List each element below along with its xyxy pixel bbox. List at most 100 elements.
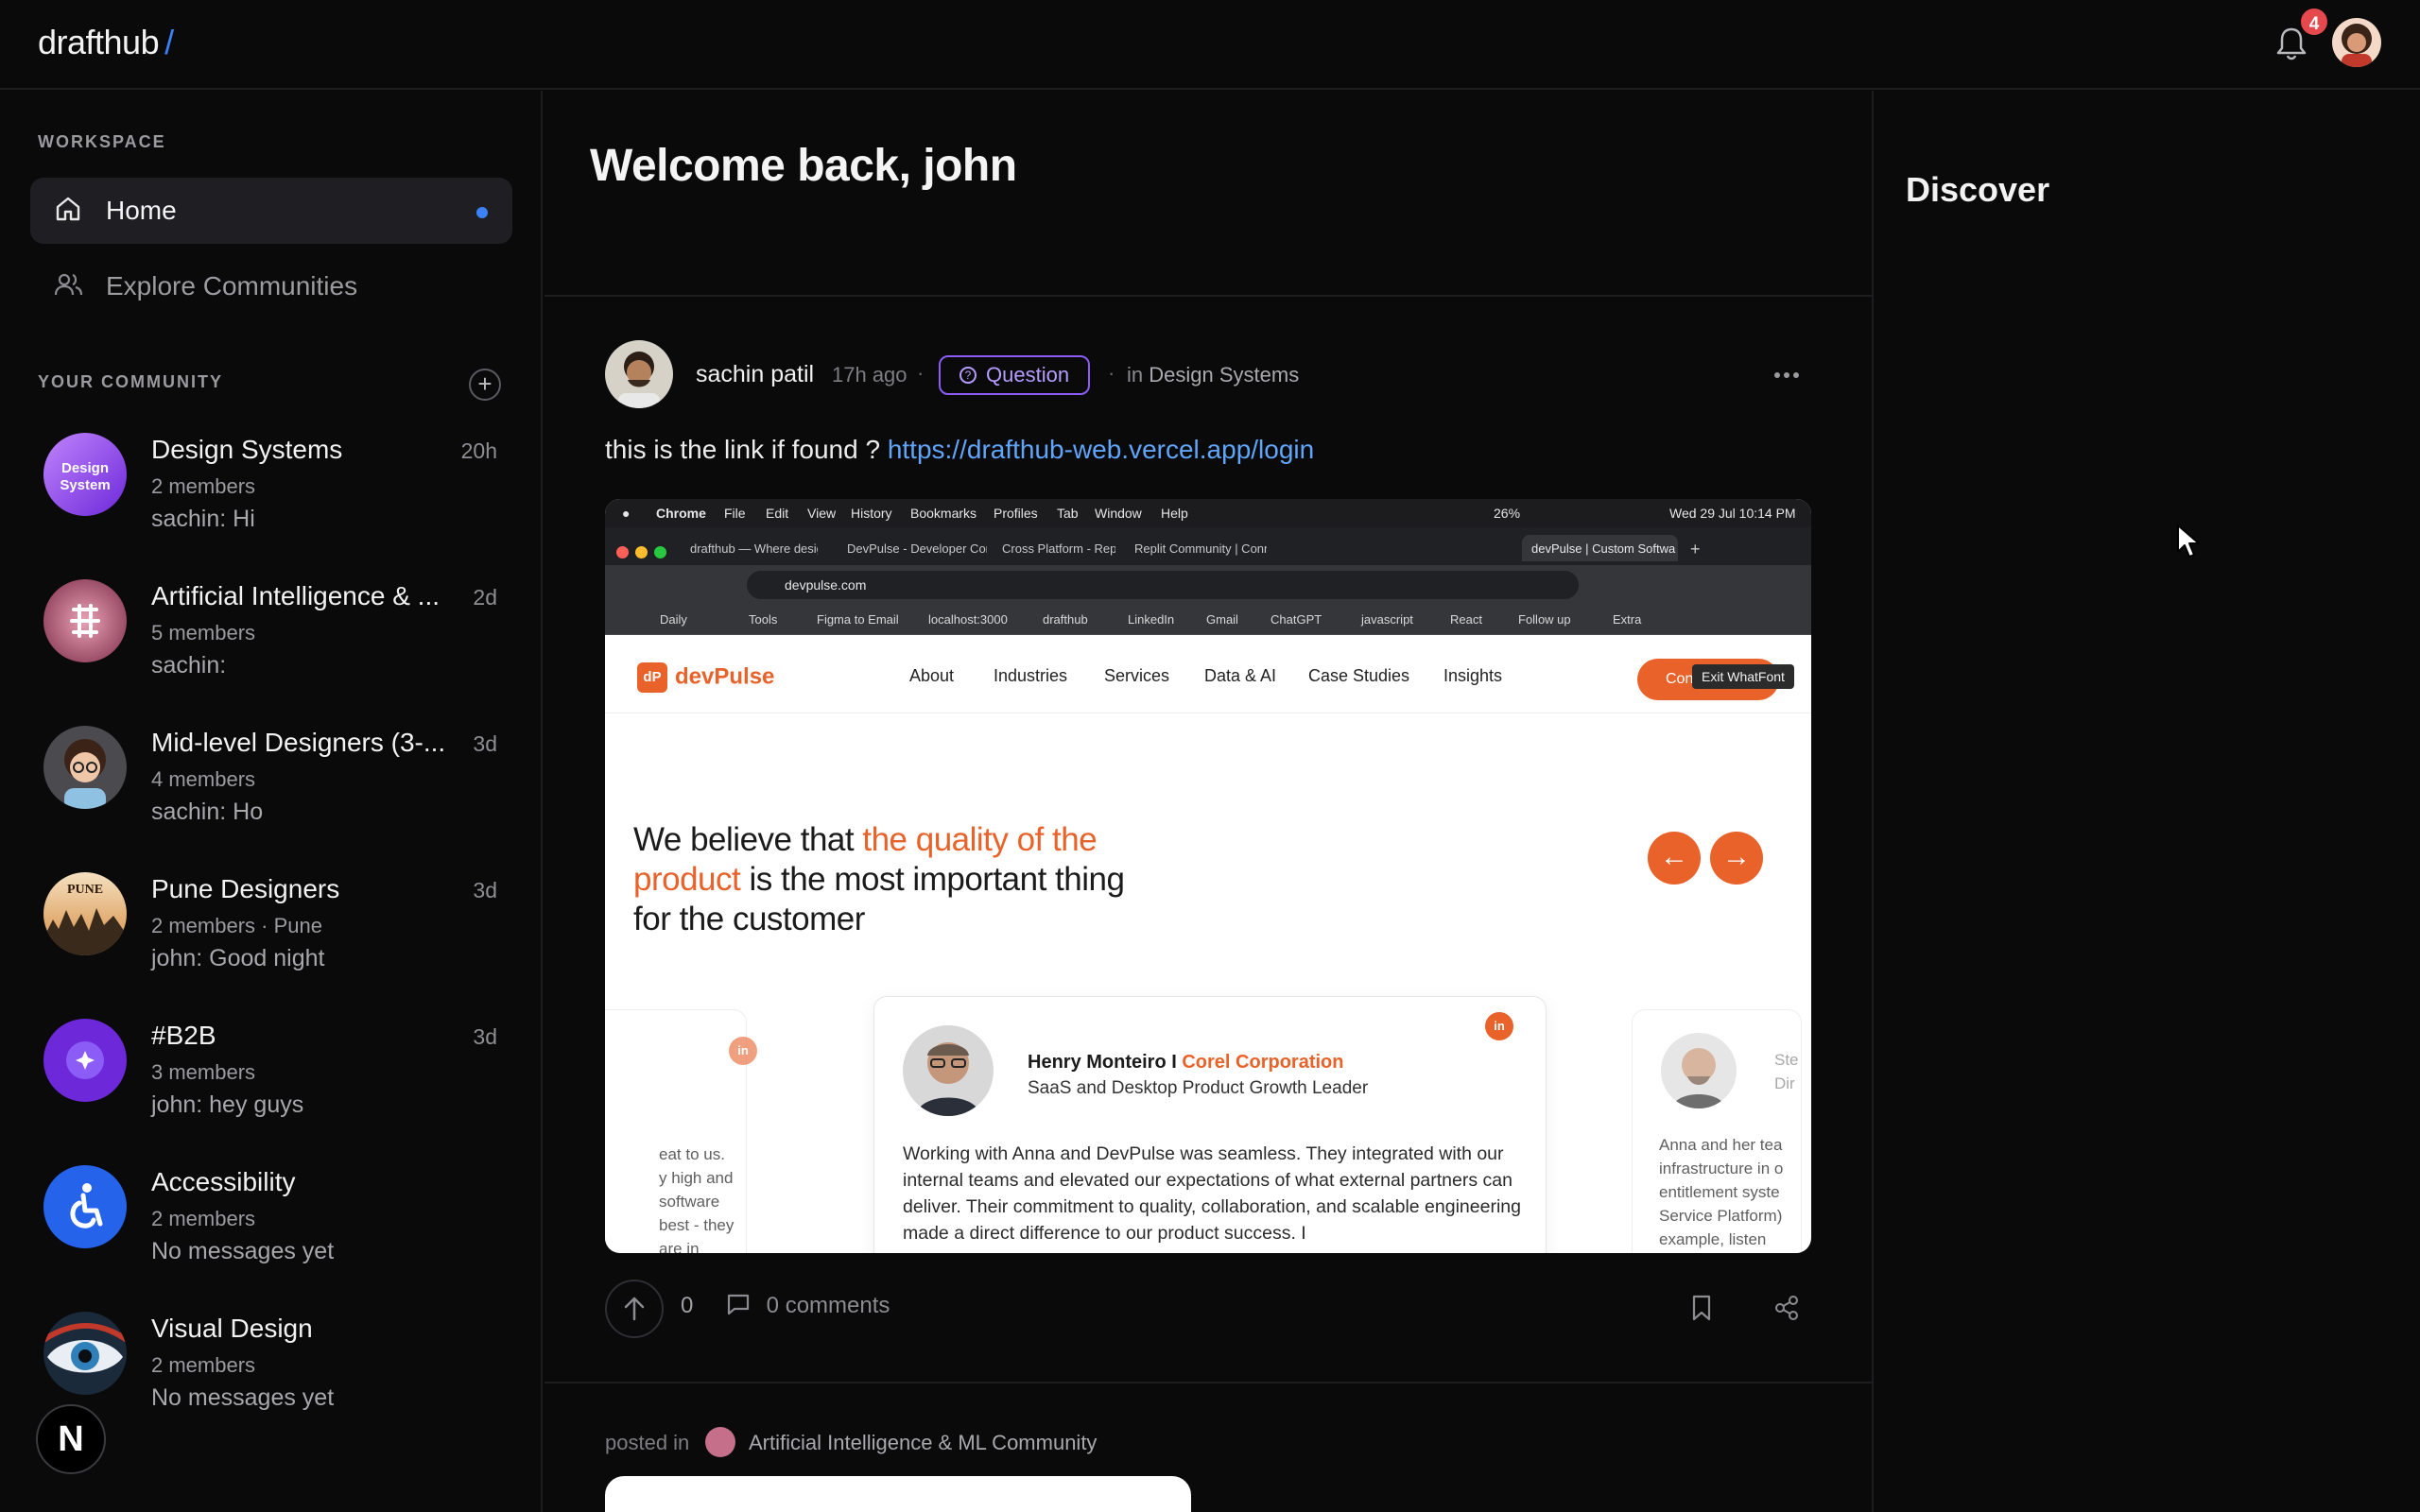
community-item[interactable]: Visual Design 2 members No messages yet (43, 1312, 507, 1425)
separator-dot: · (917, 361, 925, 385)
macos-menu-bar: ● Chrome File Edit View History Bookmark… (605, 499, 1811, 527)
community-members: 5 members (151, 621, 256, 644)
bookmark-item: javascript (1361, 612, 1413, 627)
next-post-header: posted in Artificial Intelligence & ML C… (605, 1427, 1097, 1457)
community-last-message: john: Good night (151, 945, 325, 971)
community-name: Visual Design (151, 1314, 313, 1343)
post-community: in Design Systems (1127, 363, 1299, 387)
carousel-next-button: → (1710, 832, 1763, 885)
menu-item: Edit (766, 506, 789, 521)
community-time: 20h (460, 438, 497, 463)
community-time: 3d (473, 731, 497, 756)
bookmark-item: Extra (1613, 612, 1642, 627)
site-navbar: dP devPulse About Industries Services Dat… (605, 636, 1811, 713)
page-title: Welcome back, john (590, 141, 1017, 191)
site-nav-item: Case Studies (1308, 666, 1410, 685)
question-icon: ? (959, 367, 977, 384)
post-community-link[interactable]: Design Systems (1149, 363, 1299, 387)
post-tag-label: Question (986, 363, 1070, 387)
menu-item: File (724, 506, 746, 521)
community-name: Mid-level Designers (3-... (151, 728, 446, 757)
bookmark-item: Follow up (1518, 612, 1571, 627)
community-name: #B2B (151, 1021, 216, 1050)
site-nav-item: Data & AI (1204, 666, 1277, 685)
upvote-count: 0 (681, 1293, 694, 1318)
devpulse-logo: dP devPulse (637, 662, 774, 693)
community-name: Pune Designers (151, 874, 340, 903)
bookmark-item: Tools (749, 612, 778, 627)
site-nav-item: About (909, 666, 955, 685)
post-body: this is the link if found ? https://draf… (605, 435, 1314, 465)
add-community-button[interactable]: + (469, 369, 501, 401)
community-name: Artificial Intelligence & ... (151, 581, 441, 610)
community-item[interactable]: #B2B 3d 3 members john: hey guys (43, 1019, 507, 1132)
n-badge-button[interactable]: N (36, 1404, 106, 1474)
post-image[interactable]: ● Chrome File Edit View History Bookmark… (605, 499, 1811, 1253)
post-tag-question[interactable]: ? Question (939, 355, 1091, 395)
battery-level: 26% (1494, 506, 1521, 521)
user-avatar[interactable] (2332, 18, 2381, 67)
community-members: 3 members (151, 1060, 256, 1084)
workspace-label: WORKSPACE (38, 132, 166, 151)
your-community-label: YOUR COMMUNITY (38, 372, 223, 391)
more-options-icon[interactable] (1773, 355, 1800, 386)
minimize-window-icon (635, 546, 648, 558)
post-author-name[interactable]: sachin patil (696, 361, 814, 388)
bookmark-item: drafthub (1043, 612, 1088, 627)
menu-item: History (851, 506, 892, 521)
testimonial-name-partial: Ste Dir (1774, 1051, 1799, 1092)
testimonial-card-left: in eat to us. y high and software best -… (605, 1009, 757, 1253)
community-time: 3d (473, 878, 497, 902)
upvote-button[interactable] (605, 1280, 664, 1338)
post-timestamp: 17h ago (832, 363, 908, 387)
community-item[interactable]: Artificial Intelligence & ... 2d 5 membe… (43, 579, 507, 693)
bookmarks-bar: Daily Tools Figma to Email localhost:300… (605, 605, 1811, 635)
browser-tab: drafthub — Where designe (690, 541, 818, 556)
site-nav-item: Insights (1443, 666, 1503, 685)
next-post-community[interactable]: Artificial Intelligence & ML Community (749, 1431, 1097, 1455)
divider (544, 1382, 1874, 1383)
app-logo[interactable]: drafthub / (38, 23, 174, 62)
post-link[interactable]: https://drafthub-web.vercel.app/login (888, 435, 1314, 464)
community-name: Design Systems (151, 435, 343, 464)
community-item[interactable]: Accessibility 2 members No messages yet (43, 1165, 507, 1279)
new-tab-icon: + (1690, 540, 1701, 558)
post-text: this is the link if found ? (605, 435, 881, 464)
nav-explore-communities[interactable]: Explore Communities (30, 253, 512, 319)
bookmark-item: ChatGPT (1270, 612, 1322, 627)
community-item[interactable]: Design System Design Systems 20h 2 member… (43, 433, 507, 546)
comments-button[interactable]: 0 comments (726, 1293, 890, 1319)
share-icon[interactable] (1773, 1295, 1800, 1321)
bookmark-item: Figma to Email (817, 612, 899, 627)
bookmark-icon[interactable] (1690, 1295, 1713, 1321)
community-avatar (705, 1427, 735, 1457)
community-item[interactable]: Mid-level Designers (3-... 3d 4 members … (43, 726, 507, 839)
home-icon (53, 194, 83, 229)
next-post-image[interactable] (605, 1476, 1191, 1512)
community-last-message: No messages yet (151, 1238, 335, 1264)
post-author-avatar[interactable] (605, 340, 673, 408)
bookmark-item: Daily (660, 612, 687, 627)
maximize-window-icon (654, 546, 666, 558)
bookmark-item: LinkedIn (1128, 612, 1175, 627)
users-icon (53, 269, 83, 304)
community-avatar: Design System (43, 433, 127, 516)
menu-item: Tab (1057, 506, 1079, 521)
apple-icon: ● (622, 506, 631, 521)
community-time: 3d (473, 1024, 497, 1049)
separator-dot: · (1108, 361, 1115, 385)
active-indicator-dot (476, 207, 488, 218)
community-last-message: john: hey guys (151, 1091, 304, 1118)
nav-home-label: Home (106, 196, 177, 225)
post-in-prefix: in (1127, 363, 1144, 387)
menu-item: View (807, 506, 837, 521)
community-item[interactable]: PUNE Pune Designers 3d 2 members · Pune … (43, 872, 507, 986)
divider (544, 295, 1874, 297)
testimonial-card: Henry Monteiro I Corel Corporation SaaS … (873, 996, 1547, 1253)
menu-item: Profiles (994, 506, 1038, 521)
menu-item: Window (1095, 506, 1142, 521)
nav-home[interactable]: Home (30, 178, 512, 244)
community-members: 2 members (151, 1207, 256, 1230)
top-bar: drafthub/ 4 (0, 0, 2420, 90)
community-avatar (43, 726, 127, 809)
